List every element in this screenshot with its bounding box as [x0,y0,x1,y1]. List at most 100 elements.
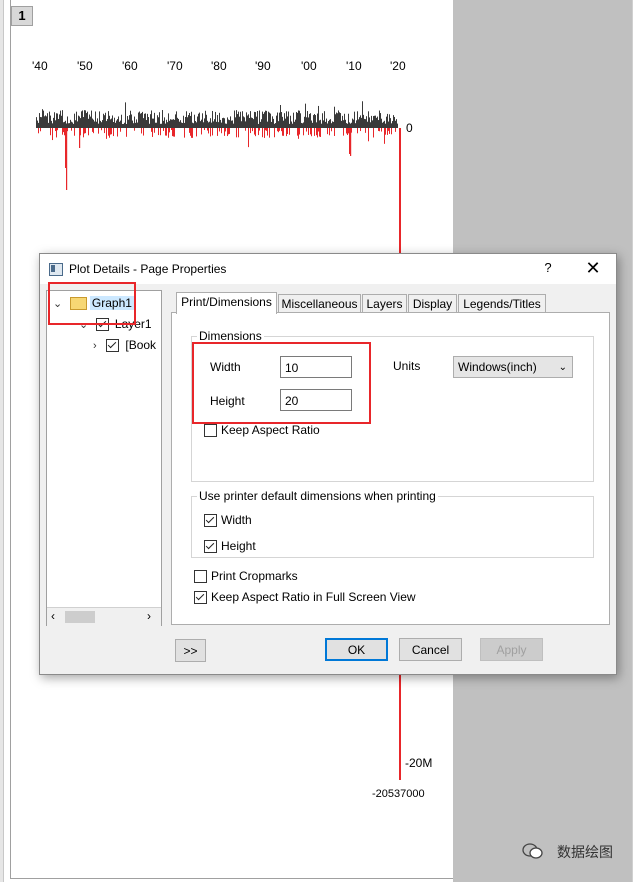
negative-bar [56,128,57,138]
ok-button[interactable]: OK [325,638,388,661]
chevron-down-icon: ⌄ [558,362,567,373]
printer-height-checkbox[interactable] [204,540,217,554]
cancel-button[interactable]: Cancel [399,638,462,661]
positive-bar [104,115,105,128]
scrollbar-thumb[interactable] [65,611,95,623]
negative-bar [388,128,389,131]
positive-bar [73,123,74,128]
negative-bar [126,128,127,137]
positive-bar [121,114,122,128]
positive-bar [363,114,364,128]
negative-bar [74,128,75,136]
keep-aspect-ratio-checkbox[interactable] [204,424,217,438]
keep-aspect-fullscreen-option[interactable]: Keep Aspect Ratio in Full Screen View [194,590,416,605]
close-icon[interactable]: ✕ [583,258,603,278]
positive-bar [267,121,268,128]
printer-height-option[interactable]: Height [204,539,256,554]
positive-bar [153,118,154,128]
negative-bar [274,128,275,138]
scroll-left-icon[interactable]: ‹ [51,609,55,623]
negative-bar [281,128,282,132]
positive-bar [234,110,235,128]
positive-bar [276,115,277,128]
positive-bar [356,120,357,128]
positive-bar [377,116,378,128]
negative-bar [297,128,298,136]
printer-width-checkbox[interactable] [204,514,217,528]
tab-layers[interactable]: Layers [362,294,407,313]
tree-horizontal-scrollbar[interactable]: ‹ › [47,607,161,626]
positive-bar [270,113,271,128]
negative-bar [279,128,280,131]
negative-bar [165,128,166,136]
tab-miscellaneous[interactable]: Miscellaneous [278,294,361,313]
printer-width-option[interactable]: Width [204,513,252,528]
negative-bar [85,128,86,134]
positive-bar [45,115,46,128]
positive-bar [228,119,229,128]
negative-bar [88,128,89,136]
dialog-titlebar[interactable]: Plot Details - Page Properties ? ✕ [40,254,616,284]
positive-bar [241,121,242,128]
negative-bar [192,128,193,138]
positive-bar [69,123,70,128]
keep-aspect-ratio-option[interactable]: Keep Aspect Ratio [204,423,320,438]
expand-button[interactable]: >> [175,639,206,662]
positive-bar [114,117,115,128]
positive-bar [158,117,159,128]
tree-item-book[interactable]: › [Book [93,338,156,353]
negative-bar [348,128,349,134]
positive-bar [125,102,126,128]
positive-bar [282,116,283,128]
negative-bar [381,128,382,132]
positive-bar [94,121,95,128]
tab-legends-titles[interactable]: Legends/Titles [458,294,546,313]
positive-bar [395,120,396,128]
apply-button[interactable]: Apply [480,638,543,661]
positive-bar [128,119,129,128]
graph1-highlight-box [48,282,136,325]
negative-bar [190,128,191,136]
negative-bar [229,128,230,134]
book-checkbox[interactable] [106,339,120,353]
positive-bar [266,110,267,128]
positive-bar [212,110,213,128]
negative-bar [163,128,164,131]
positive-bar [143,118,144,128]
keep-aspect-fullscreen-checkbox[interactable] [194,591,207,605]
positive-bar [286,111,287,128]
tab-display[interactable]: Display [408,294,457,313]
positive-bar [390,118,391,128]
print-cropmarks-checkbox[interactable] [194,570,207,584]
positive-bar [262,111,263,128]
positive-bar [247,115,248,128]
positive-bar [218,122,219,128]
positive-bar [65,120,66,128]
object-tree[interactable]: ⌄ Graph1 ⌄ Layer1 › [Book ‹ › [46,290,162,626]
negative-bar [196,128,197,137]
positive-bar [221,122,222,128]
positive-bar [254,111,255,128]
positive-bar [206,114,207,128]
positive-bar [372,120,373,128]
positive-bar [393,115,394,128]
tab-print-dimensions[interactable]: Print/Dimensions [176,292,277,314]
units-select[interactable]: Windows(inch) ⌄ [453,356,573,378]
scroll-right-icon[interactable]: › [147,609,151,623]
positive-bar [79,116,80,128]
negative-bar [258,128,259,136]
positive-bar [334,106,335,128]
positive-bar [70,119,71,128]
tree-item-book-label[interactable]: [Book [125,338,156,352]
positive-bar [281,112,282,128]
positive-bar [117,119,118,128]
positive-bar [192,122,193,128]
positive-bar [320,119,321,128]
chevron-right-icon[interactable]: › [93,340,97,352]
positive-bar [373,116,374,128]
print-cropmarks-option[interactable]: Print Cropmarks [194,569,298,584]
positive-bar [146,120,147,128]
negative-bar [108,128,109,136]
positive-bar [217,115,218,128]
help-button[interactable]: ? [540,260,556,278]
